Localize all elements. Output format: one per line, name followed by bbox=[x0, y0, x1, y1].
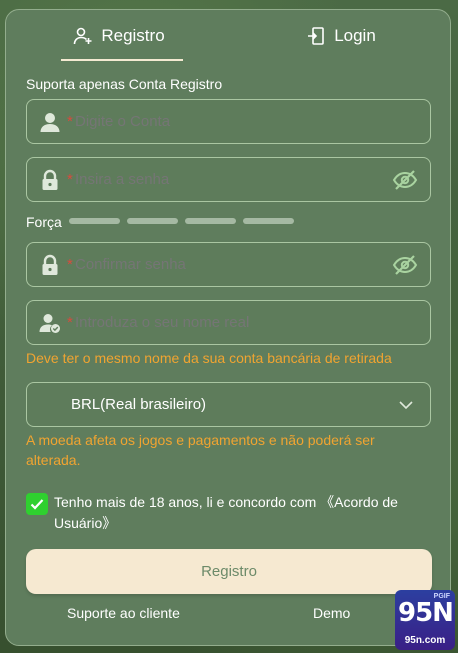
user-icon bbox=[40, 113, 60, 132]
auth-tabs: Registro Login bbox=[6, 10, 450, 62]
account-input[interactable] bbox=[75, 113, 375, 130]
realname-warning: Deve ter o mesmo nome da sua conta bancá… bbox=[26, 350, 392, 366]
strength-bar-2 bbox=[127, 218, 178, 224]
strength-bar-4 bbox=[243, 218, 294, 224]
register-modal: Registro Login Suporta apenas Conta Regi… bbox=[5, 9, 451, 646]
eye-off-icon[interactable] bbox=[392, 169, 418, 191]
password-strength-label: Força bbox=[26, 214, 62, 230]
register-submit-button[interactable]: Registro bbox=[26, 549, 432, 594]
password-field[interactable]: * bbox=[26, 157, 431, 202]
tab-registro[interactable]: Registro bbox=[54, 10, 184, 62]
lock-icon bbox=[42, 254, 58, 275]
account-type-hint: Suporta apenas Conta Registro bbox=[26, 76, 223, 92]
currency-warning: A moeda afeta os jogos e pagamentos e nã… bbox=[26, 432, 375, 468]
agree-checkbox[interactable] bbox=[26, 493, 48, 515]
brand-logo: PGIF 95N 95n.com bbox=[395, 590, 455, 650]
realname-field[interactable]: * bbox=[26, 300, 431, 345]
demo-link[interactable]: Demo bbox=[313, 605, 350, 621]
brand-domain: 95n.com bbox=[404, 635, 446, 646]
required-mark: * bbox=[67, 113, 73, 130]
tab-registro-label: Registro bbox=[101, 26, 165, 45]
currency-value: BRL(Real brasileiro) bbox=[71, 396, 207, 413]
customer-support-link[interactable]: Suporte ao cliente bbox=[67, 605, 180, 621]
required-mark: * bbox=[67, 256, 73, 273]
login-door-icon bbox=[308, 27, 324, 45]
required-mark: * bbox=[67, 314, 73, 331]
brand-name: 95N bbox=[398, 598, 454, 628]
add-user-icon bbox=[74, 27, 92, 45]
tab-login-label: Login bbox=[334, 26, 376, 45]
tab-login[interactable]: Login bbox=[276, 10, 406, 62]
strength-bar-1 bbox=[69, 218, 120, 224]
active-tab-indicator bbox=[61, 59, 183, 61]
confirm-password-input[interactable] bbox=[75, 256, 375, 273]
password-input[interactable] bbox=[75, 171, 375, 188]
lock-icon bbox=[42, 169, 58, 190]
confirm-password-field[interactable]: * bbox=[26, 242, 431, 287]
account-field[interactable]: * bbox=[26, 99, 431, 144]
user-verified-icon bbox=[39, 314, 60, 333]
check-icon bbox=[30, 499, 44, 510]
eye-off-icon[interactable] bbox=[392, 254, 418, 276]
agree-text: Tenho mais de 18 anos, li e concordo com… bbox=[54, 494, 398, 531]
chevron-down-icon bbox=[399, 401, 413, 410]
required-mark: * bbox=[67, 171, 73, 188]
currency-select[interactable]: BRL(Real brasileiro) bbox=[26, 382, 431, 427]
realname-input[interactable] bbox=[75, 314, 375, 331]
strength-bar-3 bbox=[185, 218, 236, 224]
